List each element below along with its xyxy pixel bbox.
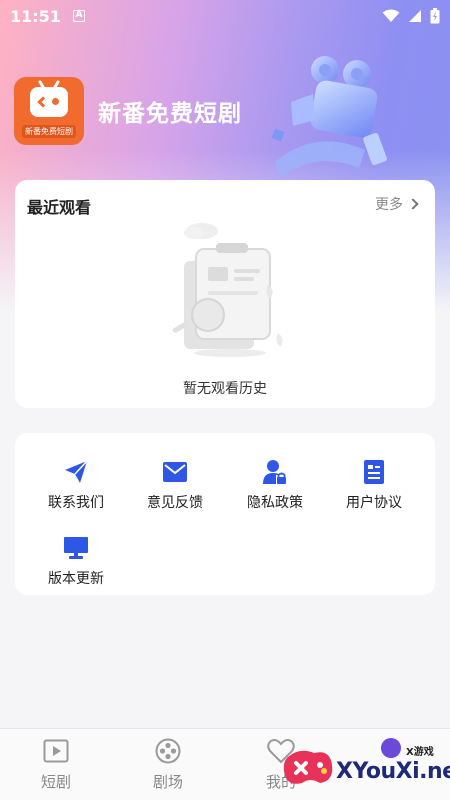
gamepad-logo-icon — [283, 750, 333, 784]
menu-user-agreement[interactable]: 用户协议 — [324, 458, 424, 518]
empty-clipboard-illustration — [172, 223, 283, 357]
menu-label: 隐私政策 — [247, 495, 303, 511]
menu-contact-us[interactable]: 联系我们 — [26, 458, 126, 518]
wifi-icon — [382, 9, 400, 22]
menu-version-update[interactable]: 版本更新 — [26, 534, 126, 594]
menu-label: 联系我们 — [48, 495, 104, 511]
watermark-badge-icon — [381, 738, 401, 758]
status-bar: 11:51 A — [0, 0, 450, 32]
play-icon — [42, 737, 70, 765]
status-time: 11:51 — [10, 6, 61, 26]
document-icon — [360, 458, 388, 486]
watermark-text: XYouXi.net — [336, 759, 450, 784]
user-lock-icon — [261, 458, 289, 486]
mail-icon — [161, 458, 189, 486]
more-label: 更多 — [375, 197, 403, 213]
recent-watched-card: 最近观看 更多 暂无观看历史 — [15, 180, 435, 408]
status-indicators — [382, 8, 440, 24]
tab-short-drama[interactable]: 短剧 — [16, 737, 96, 795]
send-icon — [62, 458, 90, 486]
tv-logo-icon — [30, 87, 68, 117]
notification-icon: A — [72, 10, 85, 22]
battery-icon — [430, 8, 440, 24]
menu-label: 意见反馈 — [147, 495, 203, 511]
menu-label: 用户协议 — [346, 495, 402, 511]
monitor-icon — [62, 534, 90, 562]
tab-theater[interactable]: 剧场 — [128, 737, 208, 795]
watermark-small-text: X游戏 — [406, 747, 434, 758]
menu-feedback[interactable]: 意见反馈 — [125, 458, 225, 518]
app-logo: 新番免费短剧 — [14, 77, 84, 145]
tab-label: 剧场 — [152, 773, 183, 791]
logo-caption: 新番免费短剧 — [22, 125, 76, 138]
menu-privacy-policy[interactable]: 隐私政策 — [225, 458, 325, 518]
empty-history-text: 暂无观看历史 — [183, 381, 267, 397]
tab-label: 短剧 — [40, 773, 71, 791]
menu-label: 版本更新 — [48, 571, 104, 587]
signal-icon — [409, 10, 421, 22]
menu-card: 联系我们 意见反馈 隐私政策 用户协议 版本更新 — [15, 433, 435, 595]
chevron-right-icon — [407, 198, 419, 210]
app-title: 新番免费短剧 — [98, 101, 242, 127]
film-camera-illustration — [271, 56, 387, 178]
recent-title: 最近观看 — [27, 198, 92, 217]
film-reel-icon — [154, 737, 182, 765]
more-button[interactable]: 更多 — [375, 194, 419, 214]
watermark: X游戏 XYouXi.net — [280, 735, 450, 795]
